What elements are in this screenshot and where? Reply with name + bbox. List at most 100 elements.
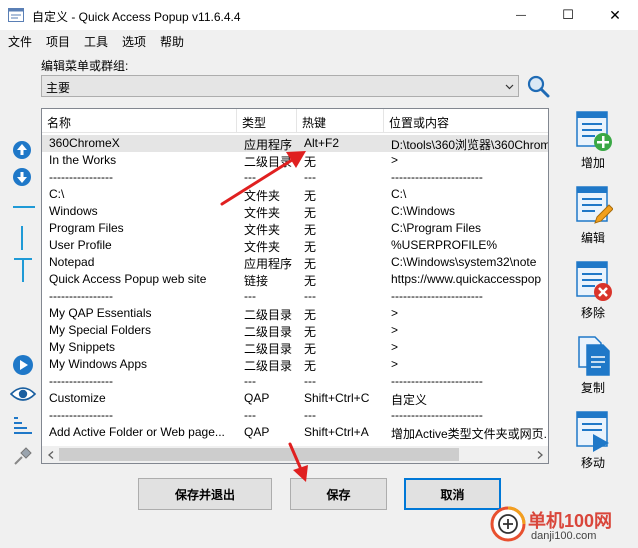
scroll-left-button[interactable] bbox=[42, 446, 59, 463]
menu-help[interactable]: 帮助 bbox=[160, 33, 184, 50]
table-row[interactable]: My QAP Essentials 二级目录无 > bbox=[42, 305, 548, 322]
table-cell: 无 bbox=[304, 325, 317, 339]
table-row[interactable]: ---------------- --- --- ------------------… bbox=[42, 373, 548, 390]
table-cell: 文件夹 bbox=[244, 240, 281, 254]
table-cell: ----------------------- bbox=[391, 289, 483, 303]
table-cell: My QAP Essentials bbox=[49, 306, 152, 320]
table-row[interactable]: In the Works 二级目录无 > bbox=[42, 152, 548, 169]
search-icon[interactable] bbox=[526, 74, 550, 98]
scroll-right-button[interactable] bbox=[531, 446, 548, 463]
table-cell: 无 bbox=[304, 240, 317, 254]
title-bar: 自定义 - Quick Access Popup v11.6.4.4 — ☐ ✕ bbox=[0, 0, 638, 30]
menu-file[interactable]: 文件 bbox=[8, 33, 32, 50]
table-row[interactable]: Windows 文件夹 无 C:\Windows bbox=[42, 203, 548, 220]
table-row[interactable]: My Windows Apps 二级目录无 > bbox=[42, 356, 548, 373]
add-column-break-icon[interactable] bbox=[16, 225, 28, 251]
table-cell: 无 bbox=[304, 359, 317, 373]
close-button[interactable]: ✕ bbox=[592, 0, 638, 30]
table-cell: D:\tools\360浏览器\360Chrome bbox=[391, 138, 548, 152]
table-row[interactable]: Add Active Folder or Web page... QAP Shift… bbox=[42, 424, 548, 441]
table-cell: %USERPROFILE% bbox=[391, 238, 498, 252]
eye-icon[interactable] bbox=[10, 385, 36, 403]
column-header-location[interactable]: 位置或内容 bbox=[384, 109, 548, 133]
remove-icon bbox=[576, 261, 612, 301]
table-cell: QAP bbox=[244, 391, 270, 405]
table-cell: 无 bbox=[304, 342, 317, 356]
table-row[interactable]: My Special Folders 二级目录无 > bbox=[42, 322, 548, 339]
add-button[interactable]: 增加 bbox=[566, 108, 620, 171]
table-cell: 自定义 bbox=[391, 393, 428, 407]
move-button[interactable]: 移动 bbox=[566, 408, 620, 471]
edit-button[interactable]: 编辑 bbox=[566, 183, 620, 246]
minimize-icon: — bbox=[516, 9, 526, 21]
table-cell: Alt+F2 bbox=[304, 136, 340, 150]
menu-tools[interactable]: 工具 bbox=[84, 33, 108, 50]
sort-icon[interactable] bbox=[12, 414, 34, 436]
chevron-left-icon bbox=[47, 450, 53, 459]
table-cell: --- bbox=[304, 408, 316, 422]
table-cell: > bbox=[391, 340, 399, 354]
close-icon: ✕ bbox=[609, 6, 621, 23]
column-header-type[interactable]: 类型 bbox=[237, 109, 297, 133]
cancel-button[interactable]: 取消 bbox=[404, 478, 501, 510]
group-select[interactable]: 主要 bbox=[41, 75, 519, 97]
maximize-button[interactable]: ☐ bbox=[545, 0, 591, 30]
table-cell: --- bbox=[244, 289, 256, 303]
table-cell: 二级目录 bbox=[244, 155, 293, 169]
pin-icon[interactable] bbox=[12, 445, 34, 467]
add-text-separator-icon[interactable] bbox=[12, 257, 34, 283]
column-header-name[interactable]: 名称 bbox=[42, 109, 237, 133]
move-button-label: 移动 bbox=[580, 456, 605, 470]
table-row[interactable]: Customize QAP Shift+Ctrl+C 自定义 bbox=[42, 390, 548, 407]
table-cell: > bbox=[391, 323, 399, 337]
table-cell: 文件夹 bbox=[244, 189, 281, 203]
table-cell: ---------------- bbox=[49, 170, 113, 184]
table-cell: Program Files bbox=[49, 221, 124, 235]
scroll-thumb[interactable] bbox=[59, 448, 459, 461]
add-button-label: 增加 bbox=[580, 156, 605, 170]
table-row[interactable]: ---------------- --- --- ------------------… bbox=[42, 288, 548, 305]
move-down-icon[interactable] bbox=[12, 167, 32, 187]
table-cell: 二级目录 bbox=[244, 342, 293, 356]
table-cell: 文件夹 bbox=[244, 223, 281, 237]
menu-items-list[interactable]: 名称 类型 热键 位置或内容 360ChromeX 应用程序 Alt+F2 D:\to… bbox=[41, 108, 549, 464]
table-cell: ---------------- bbox=[49, 374, 113, 388]
save-and-exit-button[interactable]: 保存并退出 bbox=[138, 478, 272, 510]
save-button[interactable]: 保存 bbox=[290, 478, 387, 510]
horizontal-scrollbar[interactable] bbox=[42, 446, 548, 463]
move-icon bbox=[576, 411, 609, 452]
table-cell: Windows bbox=[49, 204, 98, 218]
table-cell: In the Works bbox=[49, 153, 117, 167]
group-select-value: 主要 bbox=[46, 81, 71, 95]
table-cell: --- bbox=[244, 374, 256, 388]
menu-item[interactable]: 项目 bbox=[46, 33, 70, 50]
table-row[interactable]: 360ChromeX 应用程序 Alt+F2 D:\tools\360浏览器\360C… bbox=[42, 135, 548, 152]
column-header-hotkey[interactable]: 热键 bbox=[297, 109, 384, 133]
minimize-button[interactable]: — bbox=[498, 0, 544, 30]
table-row[interactable]: User Profile 文件夹 无 %USERPROFILE% bbox=[42, 237, 548, 254]
copy-icon bbox=[578, 336, 610, 376]
copy-button[interactable]: 复制 bbox=[566, 333, 620, 396]
move-up-icon[interactable] bbox=[12, 140, 32, 160]
table-cell: QAP bbox=[244, 425, 270, 439]
table-cell: --- bbox=[304, 374, 316, 388]
table-cell: 应用程序 bbox=[244, 138, 293, 152]
menu-options[interactable]: 选项 bbox=[122, 33, 146, 50]
table-row[interactable]: Notepad 应用程序无 C:\Windows\system32\note bbox=[42, 254, 548, 271]
table-row[interactable]: Quick Access Popup web site 链接 无 https://ww… bbox=[42, 271, 548, 288]
add-separator-icon[interactable] bbox=[12, 200, 36, 214]
table-cell: --- bbox=[244, 170, 256, 184]
table-row[interactable]: C:\ 文件夹 无 C:\ bbox=[42, 186, 548, 203]
list-rows: 360ChromeX 应用程序 Alt+F2 D:\tools\360浏览器\360C… bbox=[42, 135, 548, 441]
table-cell: C:\Windows bbox=[391, 204, 456, 218]
play-icon[interactable] bbox=[12, 354, 34, 376]
table-cell: C:\ bbox=[391, 187, 407, 201]
table-row[interactable]: ---------------- --- --- ------------------… bbox=[42, 407, 548, 424]
table-row[interactable]: ---------------- --- --- ------------------… bbox=[42, 169, 548, 186]
table-row[interactable]: Program Files 文件夹 无 C:\Program Files bbox=[42, 220, 548, 237]
add-icon bbox=[576, 111, 612, 151]
remove-button[interactable]: 移除 bbox=[566, 258, 620, 321]
table-cell: C:\Windows\system32\note bbox=[391, 255, 537, 269]
table-cell: ---------------- bbox=[49, 289, 113, 303]
table-row[interactable]: My Snippets 二级目录无 > bbox=[42, 339, 548, 356]
